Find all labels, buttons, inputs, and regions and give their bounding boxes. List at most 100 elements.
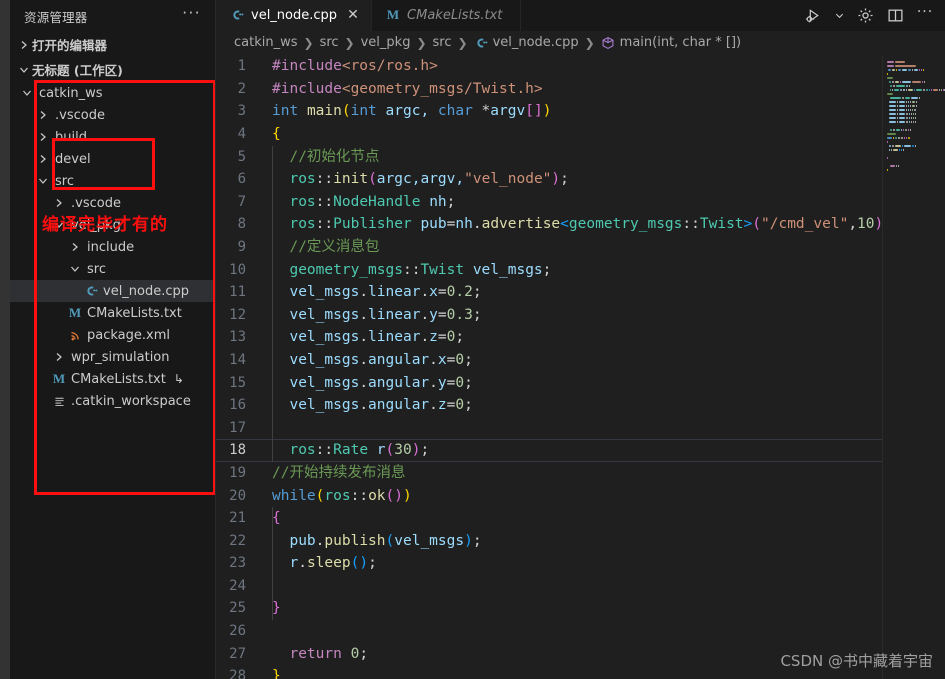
code-line[interactable]: 9 //定义消息包 xyxy=(216,236,882,259)
minimap-line xyxy=(883,145,945,148)
code-line[interactable]: 16 vel_msgs.angular.z=0; xyxy=(216,394,882,417)
tree-item-label: .vscode xyxy=(55,107,105,123)
gear-icon[interactable] xyxy=(855,5,875,25)
line-number: 2 xyxy=(237,80,246,97)
code-line[interactable]: 28} xyxy=(216,665,882,679)
code-text: int main(int argc, char *argv[]) xyxy=(272,103,552,120)
code-line[interactable]: 8 ros::Publisher pub=nh.advertise<geomet… xyxy=(216,213,892,236)
code-line[interactable]: 7 ros::NodeHandle nh; xyxy=(216,191,882,214)
chevron-right-icon xyxy=(34,153,52,165)
tree-file-vel_nodecpp[interactable]: vel_node.cpp xyxy=(10,280,215,302)
code-line[interactable]: 15 vel_msgs.angular.y=0; xyxy=(216,372,882,395)
code-line[interactable]: 1 #include<ros/ros.h> xyxy=(216,55,882,78)
tree-file-catkin_workspace[interactable]: .catkin_workspace xyxy=(10,390,215,412)
code-text: return 0; xyxy=(289,645,369,662)
tree-folder-catkin_ws[interactable]: catkin_ws xyxy=(10,82,215,104)
tree-item-label: catkin_ws xyxy=(39,85,103,101)
tree-folder-devel[interactable]: devel xyxy=(10,148,215,170)
tree-item-label: .vscode xyxy=(71,195,121,211)
code-line[interactable]: 13 vel_msgs.linear.z=0; xyxy=(216,326,882,349)
breadcrumb-item[interactable]: vel_pkg xyxy=(361,35,411,50)
tree-folder-vscode[interactable]: .vscode xyxy=(10,192,215,214)
code-line[interactable]: 21 { xyxy=(216,507,882,530)
cpp-file-icon xyxy=(82,284,100,298)
breadcrumb-item[interactable]: catkin_ws xyxy=(234,35,298,50)
tree-file-packagexml[interactable]: package.xml xyxy=(10,324,215,346)
more-actions-icon[interactable]: ··· xyxy=(915,2,935,28)
chevron-down-icon[interactable] xyxy=(833,5,845,25)
tree-item-label: .catkin_workspace xyxy=(71,393,191,409)
code-line[interactable]: 5 //初始化节点 xyxy=(216,146,882,169)
code-line[interactable]: 12 vel_msgs.linear.y=0.3; xyxy=(216,304,882,327)
activity-bar[interactable] xyxy=(0,0,10,679)
tree-folder-include[interactable]: include xyxy=(10,236,215,258)
code-line[interactable]: 11 vel_msgs.linear.x=0.2; xyxy=(216,281,882,304)
line-number: 15 xyxy=(229,374,246,391)
editor-toolbar: ··· xyxy=(797,0,945,31)
tree-folder-src[interactable]: src xyxy=(10,258,215,280)
line-number: 26 xyxy=(229,623,246,640)
editor-group: vel_node.cpp ✕ M CMakeLists.txt ··· catk… xyxy=(216,0,945,679)
code-line[interactable]: 27 return 0; xyxy=(216,643,882,666)
code-line[interactable]: 23 r.sleep(); xyxy=(216,552,882,575)
chevron-right-icon xyxy=(16,37,32,53)
line-number: 25 xyxy=(229,600,246,617)
code-line[interactable]: 2 #include<geometry_msgs/Twist.h> xyxy=(216,78,882,101)
editor-tab-bar: vel_node.cpp ✕ M CMakeLists.txt ··· xyxy=(216,0,945,31)
tab-vel-node-cpp[interactable]: vel_node.cpp ✕ xyxy=(216,0,373,31)
code-line[interactable]: 18 ros::Rate r(30); xyxy=(216,439,882,462)
tree-item-label: CMakeLists.txt xyxy=(71,371,166,387)
tab-cmakelists-txt[interactable]: M CMakeLists.txt xyxy=(372,0,522,31)
indent-guide xyxy=(272,145,273,462)
tree-folder-src[interactable]: src xyxy=(10,170,215,192)
code-line[interactable]: 14 vel_msgs.angular.x=0; xyxy=(216,349,882,372)
code-editor[interactable]: 1 #include<ros/ros.h> 2 #include<geometry_m… xyxy=(216,55,945,679)
code-line[interactable]: 26 xyxy=(216,620,882,643)
tree-folder-build[interactable]: build xyxy=(10,126,215,148)
tree-file-CMakeListstxt[interactable]: M CMakeLists.txt ↳ xyxy=(10,368,215,390)
split-editor-icon[interactable] xyxy=(885,5,905,25)
minimap-line xyxy=(883,69,945,72)
chevron-down-icon xyxy=(34,175,52,187)
breadcrumb-label: main(int, char * []) xyxy=(619,35,742,51)
tree-folder-wpr_simulation[interactable]: wpr_simulation xyxy=(10,346,215,368)
section-workspace[interactable]: 无标题 (工作区) xyxy=(10,57,215,82)
code-text: } xyxy=(272,668,281,679)
code-line[interactable]: 3 int main(int argc, char *argv[]) xyxy=(216,100,882,123)
code-line[interactable]: 22 pub.publish(vel_msgs); xyxy=(216,530,882,553)
explorer-more-icon[interactable]: ··· xyxy=(182,6,201,24)
code-text: } xyxy=(272,600,281,617)
code-viewport[interactable]: 1 #include<ros/ros.h> 2 #include<geometry_m… xyxy=(216,55,892,679)
tree-item-label: wpr_simulation xyxy=(71,349,170,365)
tree-file-CMakeListstxt[interactable]: M CMakeLists.txt xyxy=(10,302,215,324)
minimap-line xyxy=(883,125,945,128)
code-line[interactable]: 24 xyxy=(216,575,882,598)
close-icon[interactable]: ✕ xyxy=(345,8,361,22)
code-text: #include<geometry_msgs/Twist.h> xyxy=(272,80,543,97)
code-line[interactable]: 25} xyxy=(216,597,882,620)
code-text: ros::init(argc,argv,"vel_node"); xyxy=(289,171,569,188)
breadcrumb-item[interactable]: vel_node.cpp xyxy=(474,35,579,50)
code-text: ros::Rate r(30); xyxy=(289,442,430,459)
code-line[interactable]: 20 while(ros::ok()) xyxy=(216,485,882,508)
breadcrumb-item[interactable]: src xyxy=(320,35,339,50)
code-text: //定义消息包 xyxy=(272,238,380,255)
explorer-sidebar: 资源管理器 ··· 打开的编辑器 无标题 (工作区) catkin_ws .vsc… xyxy=(10,0,216,679)
breadcrumb-item[interactable]: src xyxy=(433,35,452,50)
code-line[interactable]: 10 geometry_msgs::Twist vel_msgs; xyxy=(216,259,882,282)
code-line[interactable]: 4{ xyxy=(216,123,882,146)
tree-folder-vscode[interactable]: .vscode xyxy=(10,104,215,126)
code-line[interactable]: 17 xyxy=(216,417,882,440)
code-line[interactable]: 6 ros::init(argc,argv,"vel_node"); xyxy=(216,168,882,191)
run-debug-icon[interactable] xyxy=(803,5,823,25)
chevron-right-icon: ❯ xyxy=(457,35,468,50)
breadcrumb-item[interactable]: main(int, char * []) xyxy=(601,35,741,50)
minimap[interactable] xyxy=(882,55,945,679)
section-open-editors[interactable]: 打开的编辑器 xyxy=(10,32,215,57)
tree-folder-vel_pkg[interactable]: vel_pkg xyxy=(10,214,215,236)
chevron-right-icon xyxy=(34,109,52,121)
code-line[interactable]: 19 //开始持续发布消息 xyxy=(216,462,882,485)
